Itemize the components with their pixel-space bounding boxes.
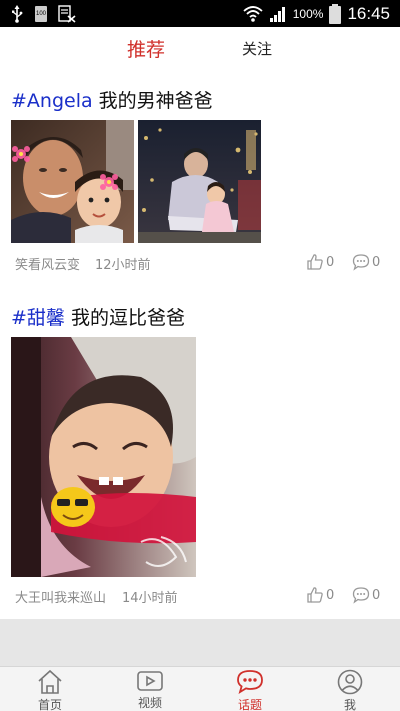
profile-icon <box>337 669 363 695</box>
feed-bottom-spacer <box>0 619 400 666</box>
status-time: 16:45 <box>347 4 390 23</box>
post-image[interactable] <box>138 120 261 243</box>
comment-count: 0 <box>372 587 381 603</box>
home-icon <box>38 669 62 694</box>
signal-icon <box>269 7 285 22</box>
comment-button[interactable]: 0 <box>352 252 380 272</box>
comment-bubble-icon <box>352 587 370 604</box>
no-sd-icon <box>58 5 76 23</box>
post-title[interactable]: #甜馨 我的逗比爸爸 <box>11 303 185 330</box>
nav-item-video[interactable]: 视频 <box>120 667 180 711</box>
photo-father-daughter-night-city <box>138 120 261 243</box>
post-image[interactable] <box>11 120 134 243</box>
tab-recommend[interactable]: 推荐 <box>127 35 165 62</box>
post-title-text: 我的逗比爸爸 <box>64 307 185 329</box>
tab-follow[interactable]: 关注 <box>242 38 272 59</box>
bottom-nav: 首页 视频 话题 我 <box>0 666 400 711</box>
post-author[interactable]: 大王叫我来巡山 <box>15 587 106 606</box>
photo-father-daughter-selfie <box>11 120 134 243</box>
nav-label: 首页 <box>37 698 62 711</box>
like-button[interactable]: 0 <box>306 252 334 272</box>
post-title[interactable]: #Angela 我的男神爸爸 <box>11 86 213 113</box>
battery-icon <box>329 4 342 24</box>
topic-chat-icon <box>237 670 263 694</box>
comment-count: 0 <box>372 254 381 270</box>
post-time: 12小时前 <box>95 258 151 273</box>
wifi-icon <box>243 6 263 22</box>
nav-label: 我 <box>343 698 356 711</box>
nav-item-home[interactable]: 首页 <box>20 667 80 711</box>
sd-card-icon: 100 <box>34 5 48 23</box>
post-hashtag[interactable]: #甜馨 <box>11 307 65 329</box>
post-hashtag[interactable]: #Angela <box>11 90 93 112</box>
status-right-icons: 100% 16:45 <box>243 3 390 25</box>
comment-bubble-icon <box>352 254 370 271</box>
thumbs-up-icon <box>307 254 323 270</box>
like-count: 0 <box>326 254 335 270</box>
like-button[interactable]: 0 <box>306 585 334 605</box>
video-icon <box>137 671 163 691</box>
like-count: 0 <box>326 587 335 603</box>
usb-icon <box>12 5 23 23</box>
nav-item-me[interactable]: 我 <box>320 667 380 711</box>
nav-label: 话题 <box>237 698 262 711</box>
thumbs-up-icon <box>307 587 323 603</box>
status-bar: 100 100% 16:45 <box>0 0 400 27</box>
post-image[interactable] <box>11 337 196 577</box>
top-tabs: 推荐 关注 <box>0 27 400 71</box>
nav-label: 视频 <box>137 696 162 710</box>
post-author[interactable]: 笑看风云变 <box>15 254 80 273</box>
photo-laughing-toddler <box>11 337 196 577</box>
comment-button[interactable]: 0 <box>352 585 380 605</box>
nav-item-topic[interactable]: 话题 <box>220 667 280 711</box>
post-time: 14小时前 <box>122 591 178 606</box>
battery-percent: 100% <box>292 7 324 21</box>
post-title-text: 我的男神爸爸 <box>92 90 213 112</box>
status-left-icons: 100 <box>10 4 76 24</box>
